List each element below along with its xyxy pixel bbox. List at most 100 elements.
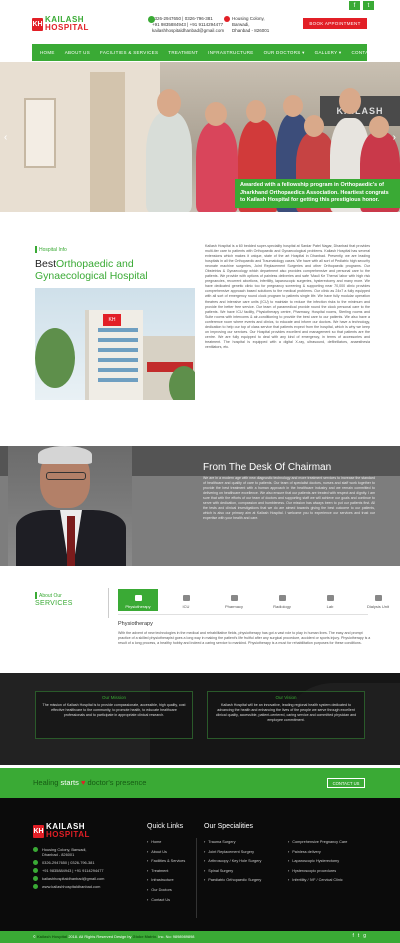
tab-physiotherapy[interactable]: Physiotherapy	[118, 589, 158, 611]
services-label-text: About Our	[39, 592, 62, 599]
nav-gallery[interactable]: GALLERY ▾	[315, 50, 342, 56]
copyright-text: © Kailash Hospital 2018. All Rights Rese…	[33, 934, 194, 939]
tab-lab[interactable]: Lab	[310, 589, 350, 611]
cta-part1: Healing	[33, 778, 59, 787]
label-bar	[35, 246, 37, 253]
nav-infrastructure[interactable]: INFRASTRUCTURE	[208, 50, 253, 55]
nav-doctors[interactable]: OUR DOCTORS ▾	[264, 50, 305, 56]
phone-icon	[148, 16, 155, 23]
specialty-link[interactable]: Arthroscopy / Key Hole Surgery	[204, 859, 261, 863]
twitter-icon[interactable]: t	[358, 933, 359, 939]
building-window	[98, 358, 138, 362]
facebook-icon[interactable]: f	[352, 933, 353, 939]
footer-link-infrastructure[interactable]: Infrastructure	[147, 878, 185, 882]
quick-links-title: Quick Links	[147, 823, 184, 830]
tab-pharmacy[interactable]: Pharmacy	[214, 589, 254, 611]
footer-link-home[interactable]: Home	[147, 840, 185, 844]
about-title-prefix: Best	[35, 258, 57, 270]
specialty-link[interactable]: Spinal Surgery	[204, 869, 261, 873]
book-appointment-button[interactable]: BOOK APPOINTMENT	[303, 18, 367, 29]
cta-contact-button[interactable]: CONTACT US	[327, 778, 365, 788]
hero-person	[196, 122, 238, 212]
hero-person	[146, 112, 192, 212]
tab-dialysis[interactable]: Dialysis Unit	[358, 589, 398, 611]
services-divider	[108, 588, 109, 618]
top-social: f t	[349, 1, 374, 10]
chairman-hair	[38, 446, 92, 464]
building-window	[98, 378, 138, 382]
footer-link-contact[interactable]: Contact Us	[147, 898, 185, 902]
tree	[35, 328, 75, 388]
about-label-text: Hospital Info	[39, 246, 67, 253]
copyright-contact: Inc. No: 9898989898	[157, 934, 195, 939]
about-body: Kailash Hospital is a 60 bedded super-sp…	[205, 244, 370, 349]
hero-face	[205, 102, 227, 126]
main-nav: HOME ABOUT US FACILITIES & SERVICES TREA…	[32, 44, 383, 61]
nav-home[interactable]: HOME	[40, 50, 55, 55]
lab-icon	[326, 595, 334, 601]
twitter-icon[interactable]: t	[363, 1, 374, 10]
specialty-link[interactable]: Laparoscopic Hysterectomy	[288, 859, 347, 863]
footer-website[interactable]: www.kailashhospitaldhanbad.com	[33, 884, 104, 889]
logo[interactable]: KH KAILASH HOSPITAL	[32, 16, 89, 32]
slider-next-icon[interactable]: ›	[393, 132, 396, 143]
specialties-list-1: Trauma Surgery Joint Replacement Surgery…	[204, 840, 261, 888]
tab-label: Dialysis Unit	[366, 604, 389, 609]
specialty-link[interactable]: Paediatric Orthopaedic Surgery	[204, 878, 261, 882]
services-title: SERVICES	[35, 600, 73, 607]
logo-mark-icon: KH	[33, 824, 44, 838]
header-contact: 0326-2947650 | 0326-796-381 +91 98358849…	[148, 16, 224, 34]
footer-phone-1[interactable]: 0326-2947650 | 0326-796-381	[33, 860, 104, 865]
top-strip: f t	[0, 0, 400, 10]
specialty-link[interactable]: Comprehensive Pregnancy Care	[288, 840, 347, 844]
location-icon	[33, 847, 38, 852]
radiology-icon	[278, 595, 286, 601]
building-logo: KH	[103, 314, 121, 326]
copyright-rest: 2018. All Rights Reserved Design by	[67, 934, 133, 939]
footer-address: Housing Colony, Barwadi, Dhanbad - 82600…	[33, 847, 104, 857]
footer-address-text: Housing Colony, Barwadi, Dhanbad - 82600…	[42, 847, 87, 857]
hero-slider[interactable]: KAILASH ‹ › Awarded with a fellowship pr…	[0, 62, 400, 212]
hero-caption-text: Awarded with a fellowship program in Ort…	[240, 182, 389, 203]
label-bar	[35, 592, 37, 599]
services-tabs: Physiotherapy ICU Pharmacy Radiology Lab…	[118, 589, 400, 611]
chairman-tie	[67, 516, 75, 566]
footer-link-doctors[interactable]: Our Doctors	[147, 888, 185, 892]
chairman-photo	[8, 446, 132, 566]
specialty-link[interactable]: Infertility / IVF / Cervical Clinic	[288, 878, 347, 882]
google-icon[interactable]: g	[363, 933, 366, 939]
logo-mark-icon: KH	[32, 17, 43, 31]
vision-title: Our Vision	[275, 695, 297, 700]
nav-contact[interactable]: CONTACT US	[351, 50, 383, 55]
logo-text: KAILASH HOSPITAL	[45, 16, 89, 32]
specialty-link[interactable]: Trauma Surgery	[204, 840, 261, 844]
footer-link-facilities[interactable]: Facilities & Services	[147, 859, 185, 863]
specialty-link[interactable]: Painless delivery	[288, 850, 347, 854]
slider-prev-icon[interactable]: ‹	[4, 132, 7, 143]
hero-face	[369, 116, 389, 138]
footer-link-about[interactable]: About Us	[147, 850, 185, 854]
tab-radiology[interactable]: Radiology	[262, 589, 302, 611]
nav-treatment[interactable]: TREATMENT	[168, 50, 198, 55]
tab-label: Radiology	[273, 604, 291, 609]
nav-facilities[interactable]: FACILITIES & SERVICES	[100, 50, 158, 55]
footer-phone-text: 0326-2947650 | 0326-796-381	[42, 860, 95, 865]
footer-phone-2[interactable]: +91 9835884943 | +91 9114294477	[33, 868, 104, 873]
specialties-list-2: Comprehensive Pregnancy Care Painless de…	[288, 840, 347, 888]
footer-email[interactable]: kailashhospitaldhanbad@gmail.com	[33, 876, 104, 881]
footer-link-treatment[interactable]: Treatment	[147, 869, 185, 873]
tab-icu[interactable]: ICU	[166, 589, 206, 611]
header-email[interactable]: kailashhospitaldhanbad@gmail.com	[152, 28, 224, 34]
copyright-brand[interactable]: Kailash Hospital	[37, 934, 67, 939]
site-header: KH KAILASH HOSPITAL 0326-2947650 | 0326-…	[0, 10, 400, 42]
cta-part2: starts	[58, 778, 81, 787]
specialty-link[interactable]: Joint Replacement Surgery	[204, 850, 261, 854]
specialty-link[interactable]: Hysteroscopic procedures	[288, 869, 347, 873]
nav-about[interactable]: ABOUT US	[65, 50, 90, 55]
footer-contact: Housing Colony, Barwadi, Dhanbad - 82600…	[33, 847, 104, 892]
hero-face	[339, 88, 361, 114]
copyright-designer[interactable]: Globe Matrix.	[133, 934, 158, 939]
footer-logo[interactable]: KH KAILASH HOSPITAL	[33, 823, 90, 839]
facebook-icon[interactable]: f	[349, 1, 360, 10]
cta-part5: presence	[115, 778, 147, 787]
